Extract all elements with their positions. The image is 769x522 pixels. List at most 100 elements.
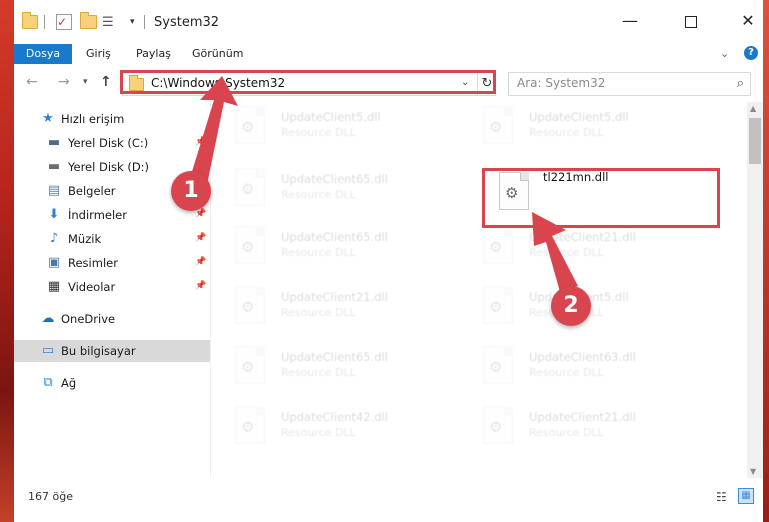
dll-file-icon: ⚙ [235,286,267,324]
new-folder-icon[interactable] [80,12,97,31]
file-item[interactable]: ⚙ UpdateClient63.dll Resource DLL [459,342,689,398]
pin-icon: 📌 [195,137,207,147]
sidebar-item-label: Hızlı erişim [61,112,125,126]
file-name: UpdateClient65.dll [281,350,388,364]
file-type: Resource DLL [529,246,604,259]
scroll-up-icon[interactable]: ▲ [750,104,756,113]
tab-share[interactable]: Paylaş [136,44,171,64]
computer-icon: ▭ [41,343,55,358]
dll-file-icon: ⚙ [235,226,267,264]
title-bar: ✓ ☰ ▾ System32 — ✕ [14,0,763,44]
dll-file-icon: ⚙ [483,226,515,264]
file-item[interactable]: ⚙ UpdateClient65.dll Resource DLL [211,222,441,278]
dll-file-icon: ⚙ [483,286,515,324]
sidebar-item-label: Müzik [68,232,102,246]
minimize-button[interactable]: — [615,8,645,34]
file-item[interactable]: ⚙ UpdateClient21.dll Resource DLL [211,282,441,338]
large-icons-view-icon[interactable]: ▦ [738,488,754,504]
status-bar: 167 öğe ☷ ▦ [14,488,763,508]
sidebar-item-label: Videolar [68,280,116,294]
pin-icon: 📌 [195,161,207,171]
navigation-pane: ★ Hızlı erişim ▬ Yerel Disk (C:) 📌 ▬ Yer… [14,102,210,492]
search-input[interactable]: Ara: System32 ⌕ [508,72,751,96]
maximize-icon [685,15,697,28]
tab-home[interactable]: Giriş [86,44,111,64]
tab-file[interactable]: Dosya [14,44,72,64]
pin-icon: 📌 [195,209,207,219]
maximize-button[interactable] [676,8,706,34]
scrollbar-thumb[interactable] [749,118,761,164]
file-type: Resource DLL [529,126,604,139]
dll-file-icon: ⚙ [483,346,515,384]
window-title: System32 [154,15,220,30]
drive-icon: ▬ [47,159,61,174]
dll-file-icon: ⚙ [235,168,267,206]
file-name: UpdateClient5.dll [281,110,381,124]
file-type: Resource DLL [281,126,356,139]
sidebar-item-this-pc[interactable]: ▭ Bu bilgisayar [14,340,210,362]
sidebar-item-label: Yerel Disk (C:) [68,136,149,150]
step-marker-2: 2 [551,286,591,326]
recent-locations-icon[interactable]: ▾ [83,77,88,87]
sidebar-item-network[interactable]: ⧉ Ağ [14,372,210,394]
sidebar-item-local-disk-c[interactable]: ▬ Yerel Disk (C:) 📌 [14,132,210,154]
dll-file-icon: ⚙ [483,406,515,444]
navigation-bar: ← → ▾ ↑ C:\Windows\System32 ⌄ ↻ Ara: Sys… [14,68,763,98]
pin-icon: 📌 [195,281,207,291]
documents-icon: ▤ [47,183,61,198]
sidebar-item-label: İndirmeler [68,208,127,222]
file-item[interactable]: ⚙ UpdateClient21.dll Resource DLL [459,222,689,278]
divider [144,15,145,29]
sidebar-item-quick-access[interactable]: ★ Hızlı erişim [14,108,210,130]
pin-icon: 📌 [195,257,207,267]
sidebar-item-label: Resimler [68,256,118,270]
pictures-icon: ▣ [47,255,61,270]
file-name: UpdateClient21.dll [529,410,636,424]
ribbon-tabs: Dosya Giriş Paylaş Görünüm ⌄ ? [14,44,763,66]
file-list: ⚙ UpdateClient5.dll Resource DLL ⚙ Updat… [211,102,747,478]
file-name: UpdateClient65.dll [281,230,388,244]
file-item[interactable]: ⚙ UpdateClient5.dll Resource DLL [211,102,441,158]
file-type: Resource DLL [281,426,356,439]
details-view-icon[interactable]: ☷ [716,490,727,504]
file-item[interactable]: ⚙ UpdateClient21.dll Resource DLL [459,402,689,458]
sidebar-item-onedrive[interactable]: ☁ OneDrive [14,308,210,330]
forward-arrow-icon[interactable]: → [58,74,70,90]
file-item[interactable]: ⚙ UpdateClient65.dll Resource DLL [211,342,441,398]
desktop-background [0,0,14,522]
file-item[interactable]: ⚙ UpdateClient65.dll Resource DLL [211,164,441,220]
sidebar-item-label: Yerel Disk (D:) [68,160,150,174]
star-icon: ★ [42,111,54,126]
search-icon[interactable]: ⌕ [737,76,744,91]
file-name: UpdateClient65.dll [281,172,388,186]
tab-view[interactable]: Görünüm [192,44,243,64]
file-item[interactable]: ⚙ UpdateClient5.dll Resource DLL [459,102,689,158]
file-explorer-window: ✓ ☰ ▾ System32 — ✕ Dosya Giriş Paylaş Gö… [14,0,763,522]
file-item[interactable]: ⚙ UpdateClient42.dll Resource DLL [211,402,441,458]
sidebar-item-pictures[interactable]: ▣ Resimler 📌 [14,252,210,274]
dll-file-icon: ⚙ [235,406,267,444]
music-icon: ♪ [49,231,59,246]
dll-file-icon: ⚙ [235,106,267,144]
dll-file-icon: ⚙ [235,346,267,384]
file-name: UpdateClient21.dll [281,290,388,304]
sidebar-item-videos[interactable]: ▦ Videolar 📌 [14,276,210,298]
scroll-down-icon[interactable]: ▼ [750,467,756,476]
customize-quick-access-icon[interactable]: ▾ [130,13,135,31]
item-count: 167 öğe [28,490,73,503]
sidebar-item-label: OneDrive [61,312,116,326]
target-file-highlight [482,168,720,228]
network-icon: ⧉ [43,375,53,390]
sidebar-item-label: Bu bilgisayar [61,344,136,358]
expand-ribbon-icon[interactable]: ⌄ [720,47,729,60]
sidebar-item-music[interactable]: ♪ Müzik 📌 [14,228,210,250]
up-arrow-icon[interactable]: ↑ [100,74,112,90]
help-icon[interactable]: ? [744,46,758,60]
file-type: Resource DLL [529,426,604,439]
properties-check-icon[interactable]: ✓ [56,14,72,30]
vertical-scrollbar[interactable]: ▲ ▼ [747,102,763,478]
close-button[interactable]: ✕ [733,8,763,34]
properties-icon[interactable]: ☰ [102,13,114,31]
back-arrow-icon[interactable]: ← [26,74,38,90]
desktop-background-right [763,0,769,522]
